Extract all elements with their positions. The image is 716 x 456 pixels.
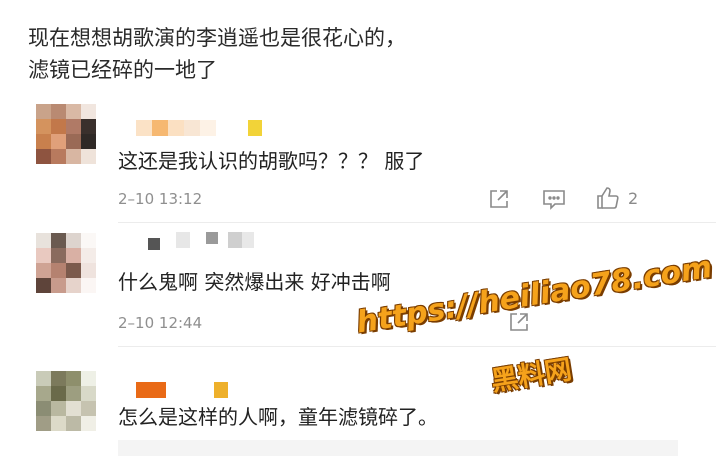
like-button[interactable]: 2 [596,186,638,210]
divider [118,346,716,347]
comment-text: 怎么是这样的人啊，童年滤镜碎了。 [118,405,438,429]
divider [118,222,716,223]
post-text: 现在想想胡歌演的李逍遥也是很花心的， 滤镜已经碎的一地了 [28,22,406,86]
username[interactable] [148,232,254,250]
watermark-name: 黑料网 [489,354,574,398]
username[interactable] [136,120,262,136]
comment-text: 什么鬼啊 突然爆出来 好冲击啊 [118,270,391,294]
reply-icon [543,190,565,210]
like-icon [597,187,619,209]
avatar[interactable] [36,233,96,293]
reply-box[interactable] [118,440,678,456]
post-line-2: 滤镜已经碎的一地了 [28,58,217,82]
reply-button[interactable] [542,188,566,210]
avatar[interactable] [36,104,96,164]
comment-time: 2–10 13:12 [118,190,203,208]
comment-time: 2–10 12:44 [118,314,203,332]
avatar[interactable] [36,371,96,431]
watermark-url: https://heiliao78.com [354,249,715,341]
like-count: 2 [628,188,639,208]
share-button[interactable] [488,188,510,210]
username[interactable] [136,382,228,398]
comment-text: 这还是我认识的胡歌吗？？？ 服了 [118,149,425,173]
post-line-1: 现在想想胡歌演的李逍遥也是很花心的， [28,26,406,50]
share-icon [490,190,508,208]
